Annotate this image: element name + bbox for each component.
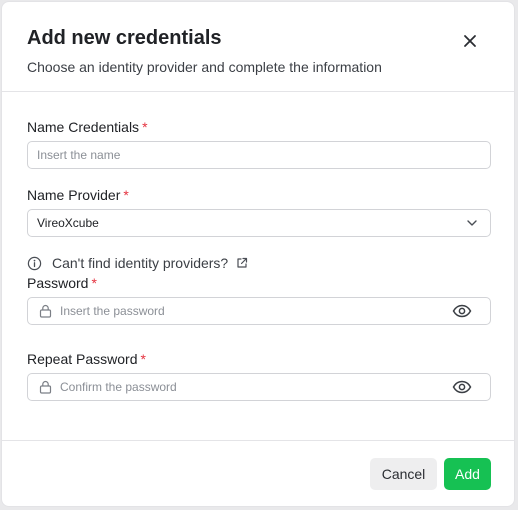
- password-field[interactable]: [27, 297, 491, 325]
- provider-hint-link[interactable]: Can't find identity providers?: [52, 255, 228, 271]
- required-mark: *: [123, 187, 129, 203]
- show-password-button[interactable]: [452, 302, 472, 320]
- name-credentials-label-text: Name Credentials: [27, 119, 140, 135]
- required-mark: *: [142, 119, 148, 135]
- lock-icon: [38, 380, 52, 394]
- show-repeat-password-button[interactable]: [452, 378, 472, 396]
- dialog-subtitle: Choose an identity provider and complete…: [27, 59, 382, 75]
- password-label: Password *: [27, 275, 97, 291]
- provider-hint: Can't find identity providers?: [27, 255, 248, 271]
- repeat-password-label: Repeat Password *: [27, 351, 146, 367]
- name-provider-select[interactable]: VireoXcube: [27, 209, 491, 237]
- required-mark: *: [91, 275, 97, 291]
- repeat-password-field[interactable]: [27, 373, 491, 401]
- name-credentials-field[interactable]: [27, 141, 491, 169]
- name-credentials-label: Name Credentials *: [27, 119, 148, 135]
- close-icon: [464, 35, 476, 47]
- eye-icon: [452, 380, 472, 394]
- eye-icon: [452, 304, 472, 318]
- dialog-footer: Cancel Add: [2, 440, 514, 506]
- chevron-down-icon: [467, 220, 477, 226]
- external-link-icon[interactable]: [236, 257, 248, 269]
- info-icon: [27, 256, 42, 270]
- name-provider-selected-value: VireoXcube: [37, 216, 99, 230]
- repeat-password-input[interactable]: [60, 374, 440, 400]
- password-input[interactable]: [60, 298, 440, 324]
- add-credentials-dialog: Add new credentials Choose an identity p…: [1, 1, 515, 507]
- repeat-password-label-text: Repeat Password: [27, 351, 138, 367]
- add-button[interactable]: Add: [444, 458, 491, 490]
- required-mark: *: [140, 351, 146, 367]
- name-provider-label: Name Provider *: [27, 187, 129, 203]
- password-label-text: Password: [27, 275, 89, 291]
- cancel-button[interactable]: Cancel: [370, 458, 437, 490]
- name-credentials-input[interactable]: [37, 142, 477, 168]
- lock-icon: [38, 304, 52, 318]
- dialog-title: Add new credentials: [27, 27, 222, 49]
- dialog-header: Add new credentials Choose an identity p…: [2, 2, 514, 92]
- close-button[interactable]: [459, 30, 481, 52]
- name-provider-label-text: Name Provider: [27, 187, 121, 203]
